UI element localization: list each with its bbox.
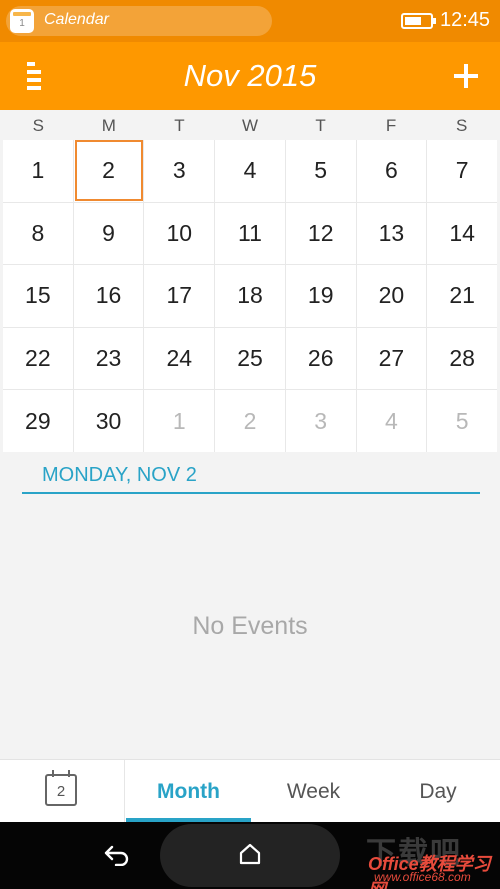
day-cell[interactable]: 2	[215, 390, 285, 452]
day-cell[interactable]: 28	[427, 327, 497, 390]
tab-week[interactable]: Week	[251, 760, 376, 822]
day-cell-selected[interactable]: 2	[73, 140, 144, 202]
battery-icon	[401, 13, 436, 29]
tab-day[interactable]: Day	[376, 760, 500, 822]
weekday-header: S M T W T F S	[3, 110, 497, 140]
calendar-today-icon: 2	[45, 770, 77, 806]
day-cell[interactable]: 10	[144, 202, 215, 265]
day-cell[interactable]: 1	[3, 140, 73, 202]
day-cell[interactable]: 12	[285, 202, 356, 265]
day-cell[interactable]: 21	[427, 265, 497, 327]
day-cell[interactable]: 24	[144, 327, 215, 390]
app-bar: Nov 2015	[0, 42, 500, 110]
day-cell[interactable]: 14	[427, 202, 497, 265]
add-icon[interactable]	[454, 64, 478, 88]
weekday-label: T	[315, 116, 326, 135]
day-cell[interactable]: 26	[285, 327, 356, 390]
day-cell[interactable]: 4	[215, 140, 285, 202]
day-cell[interactable]: 4	[356, 390, 427, 452]
day-cell[interactable]: 16	[73, 265, 144, 327]
day-cell[interactable]: 7	[427, 140, 497, 202]
weekday-label: T	[174, 116, 185, 135]
tab-month[interactable]: Month	[126, 760, 251, 822]
today-icon-day: 2	[56, 783, 66, 800]
day-cell[interactable]: 18	[215, 265, 285, 327]
navigation-bar: 下载吧 Office教程学习网 www.office68.com	[0, 822, 500, 889]
day-cell[interactable]: 5	[427, 390, 497, 452]
back-icon[interactable]	[104, 844, 130, 866]
weekday-label: S	[32, 116, 44, 135]
weekday-label: W	[241, 116, 258, 135]
day-cell[interactable]: 11	[215, 202, 285, 265]
day-cell[interactable]: 19	[285, 265, 356, 327]
day-cell[interactable]: 27	[356, 327, 427, 390]
day-cell[interactable]: 9	[73, 202, 144, 265]
day-cell[interactable]: 29	[3, 390, 73, 452]
day-cell[interactable]: 1	[144, 390, 215, 452]
today-button[interactable]: 2	[0, 760, 125, 822]
menu-icon[interactable]	[27, 62, 41, 90]
calendar-grid: 1 2 3 4 5 6 7 8 9 10 11 12 13 14 15 16 17 18 19 20 21 22 23 24 2…	[3, 140, 497, 452]
day-cell[interactable]: 3	[285, 390, 356, 452]
weekday-label: F	[385, 116, 397, 135]
weekday-label: S	[455, 116, 468, 135]
app-icon-label: 1	[19, 18, 25, 29]
day-cell[interactable]: 22	[3, 327, 73, 390]
day-cell[interactable]: 25	[215, 327, 285, 390]
calendar-app-icon: 1	[10, 9, 34, 33]
day-cell[interactable]: 30	[73, 390, 144, 452]
day-cell[interactable]: 15	[3, 265, 73, 327]
day-cell[interactable]: 3	[144, 140, 215, 202]
month-title[interactable]: Nov 2015	[100, 58, 400, 94]
selected-day-header: MONDAY, NOV 2	[22, 460, 480, 494]
home-icon	[239, 843, 261, 865]
watermark-url: www.office68.com	[374, 870, 471, 884]
day-cell[interactable]: 5	[285, 140, 356, 202]
day-cell[interactable]: 17	[144, 265, 215, 327]
status-clock: 12:45	[440, 9, 491, 31]
selected-day-label: MONDAY, NOV 2	[42, 464, 197, 486]
status-bar: 1 Calendar 12:45	[0, 0, 500, 42]
weekday-label: M	[101, 116, 116, 135]
day-cell[interactable]: 6	[356, 140, 427, 202]
notification-title: Calendar	[44, 11, 109, 28]
day-cell[interactable]: 23	[73, 327, 144, 390]
watermark: 下载吧 Office教程学习网 www.office68.com	[362, 828, 498, 889]
no-events-text: No Events	[192, 612, 308, 640]
day-cell[interactable]: 8	[3, 202, 73, 265]
view-tabs: 2 Month Week Day	[0, 759, 500, 822]
day-cell[interactable]: 20	[356, 265, 427, 327]
day-cell[interactable]: 13	[356, 202, 427, 265]
